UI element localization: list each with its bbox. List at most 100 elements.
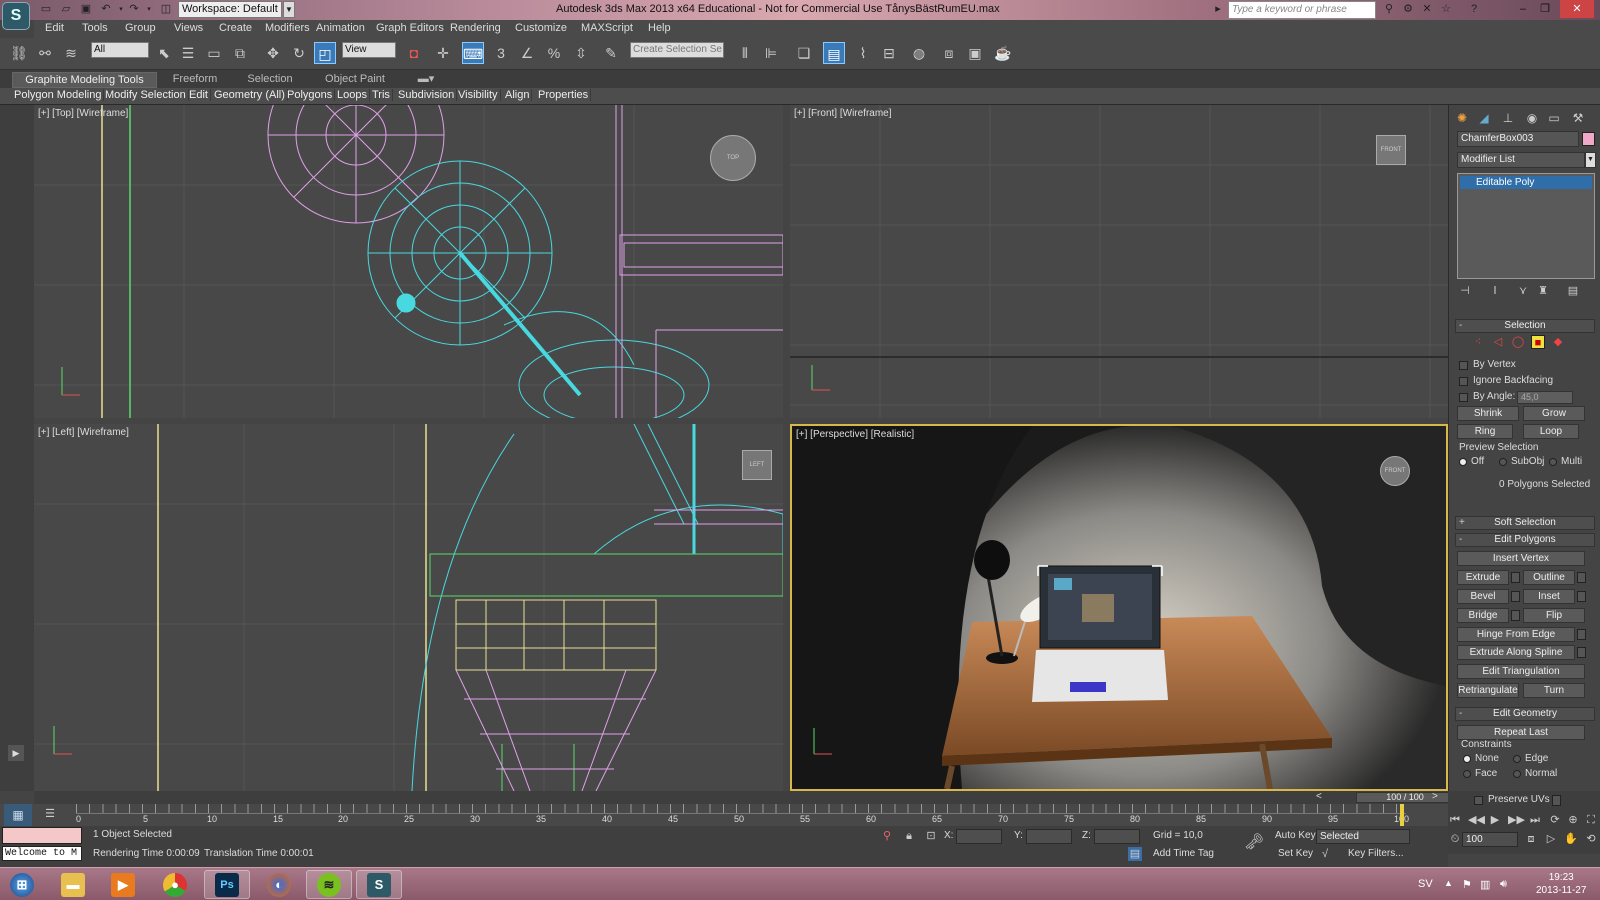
move-icon[interactable]: ✥ [262,42,284,64]
taskbar-firefox[interactable]: ◐ [256,870,302,899]
help-icon[interactable]: ? [1466,2,1482,17]
preserve-uvs-checkbox[interactable] [1474,796,1483,805]
redo-icon[interactable]: ↷ [126,2,142,17]
inset-button[interactable]: Inset [1523,589,1575,604]
rollout-selection[interactable]: - Selection [1455,319,1595,333]
extrude-button[interactable]: Extrude [1457,570,1509,585]
hierarchy-tab-icon[interactable]: ⊥ [1499,109,1517,127]
keyboard-shortcut-toggle-icon[interactable]: ⌨ [462,42,484,64]
named-selection-dropdown[interactable]: Create Selection Se [630,42,724,58]
select-manipulate-icon[interactable]: ✛ [432,42,454,64]
viewport-label[interactable]: [+] [Front] [Wireframe] [794,108,892,119]
modifier-list-dropdown[interactable]: Modifier List [1457,152,1585,168]
make-unique-icon[interactable]: ⋎ [1515,283,1531,299]
menu-tools[interactable]: Tools [82,22,108,34]
taskbar-explorer[interactable]: ▬ [50,870,96,899]
z-coordinate-field[interactable] [1094,829,1140,844]
go-to-start-icon[interactable]: ⏮ [1448,813,1462,827]
outline-button[interactable]: Outline [1523,570,1575,585]
viewport-front[interactable]: [+] [Front] [Wireframe] FRONT [790,105,1448,418]
pin-stack-icon[interactable]: ⊣ [1457,283,1473,299]
angle-snap-icon[interactable]: ∠ [516,42,538,64]
project-folder-icon[interactable]: ◫ [158,2,174,17]
hinge-from-edge-button[interactable]: Hinge From Edge [1457,627,1575,642]
spinner-snap-icon[interactable]: ⇳ [570,42,592,64]
selection-lock-icon[interactable]: 🔒︎ [902,829,916,843]
insert-vertex-button[interactable]: Insert Vertex [1457,551,1585,566]
viewcube-left[interactable]: LEFT [742,450,772,480]
rollout-soft-selection[interactable]: + Soft Selection [1455,516,1595,530]
rollout-edit-polygons[interactable]: - Edit Polygons [1455,533,1595,547]
field-of-view-icon[interactable]: ▷ [1544,832,1558,846]
track-bar[interactable]: ▦ ☰ 0 5 10 15 20 25 30 35 40 45 50 55 60… [0,804,1448,826]
constraint-normal-radio[interactable] [1513,770,1521,778]
render-setup-icon[interactable]: ⧈ [938,42,960,64]
align-icon[interactable]: ⊫ [760,42,782,64]
viewport-perspective[interactable]: [+] [Perspective] [Realistic] FRONT [790,424,1448,791]
panel-subdivision[interactable]: Subdivision [396,89,458,101]
x-coordinate-field[interactable] [956,829,1002,844]
viewport-label[interactable]: [+] [Left] [Wireframe] [38,427,129,438]
previous-frame-icon[interactable]: ◀◀ [1468,813,1485,827]
chevron-down-icon[interactable]: ▼ [1585,152,1596,168]
bind-space-warp-icon[interactable]: ≋ [60,42,82,64]
keyword-search-input[interactable]: Type a keyword or phrase [1228,1,1376,19]
action-center-icon[interactable]: ⚑ [1462,878,1472,891]
repeat-last-button[interactable]: Repeat Last [1457,725,1585,740]
taskbar-chrome[interactable]: ● [152,870,198,899]
menu-views[interactable]: Views [174,22,203,34]
close-button[interactable]: ✕ [1560,0,1594,18]
viewport-label[interactable]: [+] [Perspective] [Realistic] [796,429,914,440]
menu-group[interactable]: Group [125,22,156,34]
track-view-icon[interactable]: ☰ [42,807,58,821]
create-tab-icon[interactable]: ✺ [1453,109,1471,127]
time-tag-icon[interactable]: ▤ [1128,847,1142,861]
selection-filter-dropdown[interactable]: All [91,42,149,58]
panel-polygon-modeling[interactable]: Polygon Modeling [12,89,105,101]
system-clock[interactable]: 19:23 2013-11-27 [1536,871,1586,897]
viewcube-front[interactable]: FRONT [1376,135,1406,165]
start-button[interactable]: ⊞ [0,870,44,899]
retriangulate-button[interactable]: Retriangulate [1457,683,1519,698]
communication-icon[interactable]: ✕ [1419,2,1435,17]
panel-properties[interactable]: Properties [536,89,592,101]
viewport-top[interactable]: [+] [Top] [Wireframe] TOP [34,105,783,418]
panel-edit[interactable]: Edit [187,89,211,101]
tray-expand-icon[interactable]: ▲ [1444,878,1453,888]
schematic-view-icon[interactable]: ⊟ [878,42,900,64]
ring-button[interactable]: Ring [1457,424,1513,439]
open-file-icon[interactable]: ▱ [58,2,74,17]
ignore-backfacing-checkbox[interactable] [1459,377,1468,386]
link-icon[interactable]: ⛓ [8,42,30,64]
menu-rendering[interactable]: Rendering [450,22,501,34]
expand-arrow-icon[interactable]: ▶ [8,745,24,761]
inset-settings-icon[interactable] [1577,591,1586,602]
redo-dropdown-icon[interactable]: ▾ [141,2,157,17]
remove-modifier-icon[interactable]: ♜ [1535,283,1551,299]
rect-selection-icon[interactable]: ▭ [203,42,225,64]
select-object-icon[interactable]: ⬉ [153,42,175,64]
extrude-spline-settings-icon[interactable] [1577,647,1586,658]
constraint-face-radio[interactable] [1463,770,1471,778]
menu-graph-editors[interactable]: Graph Editors [376,22,444,34]
configure-sets-icon[interactable]: ▤ [1565,283,1581,299]
panel-geometry-all[interactable]: Geometry (All) [212,89,288,101]
absolute-mode-icon[interactable]: ⊡ [924,829,938,843]
constraint-edge-radio[interactable] [1513,755,1521,763]
menu-animation[interactable]: Animation [316,22,365,34]
next-frame-arrow[interactable]: > [1432,791,1438,802]
current-frame-marker[interactable] [1400,804,1404,826]
edit-named-selection-icon[interactable]: ✎ [600,42,622,64]
search-expand-icon[interactable]: ▸ [1210,2,1226,17]
scale-icon[interactable]: ◰ [314,42,336,64]
restore-button[interactable]: ❐ [1534,0,1556,18]
stack-item-editable-poly[interactable]: Editable Poly [1460,176,1592,189]
taskbar-spotify[interactable]: ≋ [306,870,352,899]
app-logo-icon[interactable]: S [2,2,30,30]
bridge-button[interactable]: Bridge [1457,608,1509,623]
bridge-settings-icon[interactable] [1511,610,1520,621]
prev-frame-arrow[interactable]: < [1316,791,1322,802]
outline-settings-icon[interactable] [1577,572,1586,583]
next-frame-icon[interactable]: ▶▶ [1508,813,1525,827]
rendered-frame-icon[interactable]: ▣ [964,42,986,64]
